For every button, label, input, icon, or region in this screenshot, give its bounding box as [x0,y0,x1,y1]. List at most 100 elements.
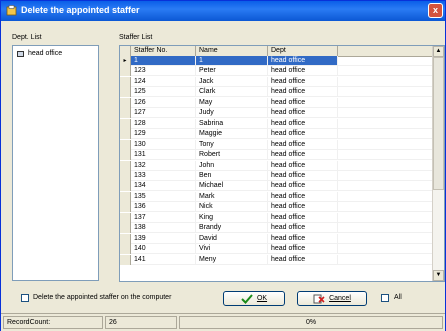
cell-dept[interactable]: head office [268,87,338,98]
column-header-dept[interactable]: Dept [268,46,338,56]
cell-staffer-no[interactable]: 130 [131,139,196,150]
cell-empty[interactable] [338,118,433,129]
cell-empty[interactable] [338,129,433,140]
cell-name[interactable]: May [196,97,268,108]
cell-staffer-no[interactable]: 133 [131,170,196,181]
cell-empty[interactable] [338,212,433,223]
cell-staffer-no[interactable]: 132 [131,160,196,171]
cell-staffer-no[interactable]: 1 [131,56,196,66]
cell-name[interactable]: 1 [196,56,268,66]
cell-dept[interactable]: head office [268,108,338,119]
cell-empty[interactable] [338,97,433,108]
cell-empty[interactable] [338,66,433,77]
cell-dept[interactable]: head office [268,76,338,87]
cell-name[interactable]: John [196,160,268,171]
cell-staffer-no[interactable]: 138 [131,223,196,234]
cell-dept[interactable]: head office [268,212,338,223]
table-row[interactable]: 139 David head office [120,233,433,244]
ok-button[interactable]: OK [223,291,285,306]
cell-name[interactable]: Sabrina [196,118,268,129]
cell-staffer-no[interactable]: 124 [131,76,196,87]
cell-staffer-no[interactable]: 123 [131,66,196,77]
dept-item-head-office[interactable]: head office [17,50,62,57]
cell-empty[interactable] [338,150,433,161]
column-header-staffer-no[interactable]: Staffer No. [131,46,196,56]
vertical-scrollbar[interactable]: ▲ ▼ [432,46,444,281]
table-row[interactable]: 131 Robert head office [120,150,433,161]
cell-name[interactable]: David [196,233,268,244]
cell-name[interactable]: Judy [196,108,268,119]
table-row[interactable]: 127 Judy head office [120,108,433,119]
cell-staffer-no[interactable]: 126 [131,97,196,108]
all-checkbox[interactable] [381,294,389,302]
cell-staffer-no[interactable]: 125 [131,87,196,98]
cell-staffer-no[interactable]: 131 [131,150,196,161]
staffer-grid[interactable]: Staffer No. Name Dept ▸ 1 1 head office 123 P… [119,45,445,282]
table-row[interactable]: 128 Sabrina head office [120,118,433,129]
close-button[interactable]: x [428,3,443,18]
cell-empty[interactable] [338,191,433,202]
cell-name[interactable]: Nick [196,202,268,213]
cell-name[interactable]: King [196,212,268,223]
table-row[interactable]: 135 Mark head office [120,191,433,202]
cell-name[interactable]: Ben [196,170,268,181]
table-row[interactable]: 129 Maggie head office [120,129,433,140]
cell-name[interactable]: Meny [196,254,268,265]
column-header-name[interactable]: Name [196,46,268,56]
table-row[interactable]: 124 Jack head office [120,76,433,87]
cell-staffer-no[interactable]: 134 [131,181,196,192]
cell-dept[interactable]: head office [268,170,338,181]
cell-staffer-no[interactable]: 128 [131,118,196,129]
delete-on-computer-checkbox[interactable] [21,294,29,302]
table-row[interactable]: 138 Brandy head office [120,223,433,234]
cell-dept[interactable]: head office [268,129,338,140]
title-bar[interactable]: Delete the appointed staffer x [1,1,445,21]
cell-empty[interactable] [338,160,433,171]
cell-dept[interactable]: head office [268,244,338,255]
cell-dept[interactable]: head office [268,254,338,265]
cell-dept[interactable]: head office [268,233,338,244]
cell-name[interactable]: Maggie [196,129,268,140]
table-row[interactable]: 137 King head office [120,212,433,223]
cell-staffer-no[interactable]: 140 [131,244,196,255]
table-row[interactable]: 141 Meny head office [120,254,433,265]
cell-staffer-no[interactable]: 135 [131,191,196,202]
cell-dept[interactable]: head office [268,223,338,234]
scroll-down-icon[interactable]: ▼ [433,270,444,281]
table-row[interactable]: 136 Nick head office [120,202,433,213]
cell-empty[interactable] [338,233,433,244]
cell-name[interactable]: Vivi [196,244,268,255]
scroll-up-icon[interactable]: ▲ [433,46,444,57]
cell-empty[interactable] [338,202,433,213]
cell-dept[interactable]: head office [268,139,338,150]
dept-tree[interactable]: head office [12,45,99,281]
table-row[interactable]: 123 Peter head office [120,66,433,77]
cell-empty[interactable] [338,254,433,265]
cell-empty[interactable] [338,56,433,66]
cell-dept[interactable]: head office [268,150,338,161]
cell-staffer-no[interactable]: 139 [131,233,196,244]
cell-name[interactable]: Jack [196,76,268,87]
cell-empty[interactable] [338,244,433,255]
table-row[interactable]: 126 May head office [120,97,433,108]
cell-name[interactable]: Brandy [196,223,268,234]
table-row[interactable]: 140 Vivi head office [120,244,433,255]
cell-dept[interactable]: head office [268,66,338,77]
cell-name[interactable]: Mark [196,191,268,202]
cell-dept[interactable]: head office [268,160,338,171]
cell-staffer-no[interactable]: 137 [131,212,196,223]
cancel-button[interactable]: Cancel [297,291,367,306]
cell-name[interactable]: Tony [196,139,268,150]
cell-empty[interactable] [338,76,433,87]
cell-dept[interactable]: head office [268,97,338,108]
cell-empty[interactable] [338,87,433,98]
cell-staffer-no[interactable]: 141 [131,254,196,265]
table-row[interactable]: 130 Tony head office [120,139,433,150]
table-row[interactable]: 134 Michael head office [120,181,433,192]
cell-name[interactable]: Robert [196,150,268,161]
cell-name[interactable]: Peter [196,66,268,77]
cell-staffer-no[interactable]: 129 [131,129,196,140]
cell-empty[interactable] [338,139,433,150]
scroll-thumb[interactable] [433,57,444,190]
cell-staffer-no[interactable]: 127 [131,108,196,119]
